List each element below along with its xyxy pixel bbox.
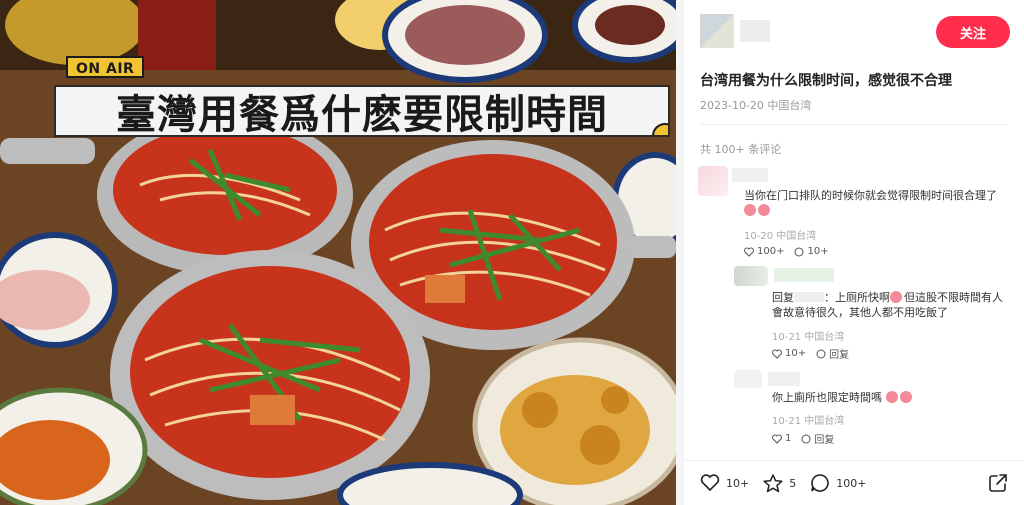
author-avatar[interactable]: [700, 14, 734, 48]
comment-bubble-icon: [794, 247, 804, 256]
comment-author-blurred[interactable]: [774, 268, 834, 282]
comment-actions: 10+ 回复: [772, 346, 849, 361]
post-meta: 2023-10-20 中国台湾: [700, 99, 812, 112]
comment-body: 你上廁所也限定時間嗎: [772, 391, 882, 404]
reply-item: 回复 ：上厕所快啊 但這股不限時間有人會故意待很久，其他人都不用吃飯了 10-21 …: [684, 266, 1024, 362]
like-count: 10+: [726, 476, 750, 490]
comment-text: 当你在门口排队的时候你就会觉得限制时间很合理了: [744, 188, 1014, 218]
favorite-count: 5: [789, 476, 797, 490]
post-title: 台湾用餐为什么限制时间，感觉很不合理: [700, 73, 952, 89]
comment-avatar[interactable]: [734, 266, 768, 286]
heart-icon: [744, 247, 754, 257]
engagement-bar: 10+ 5 100+: [684, 460, 1024, 505]
share-button[interactable]: [988, 473, 1008, 493]
comment-reply-label: 回复: [814, 435, 835, 446]
like-button[interactable]: 10+: [700, 474, 749, 492]
comment-actions: 100+ 10+: [744, 246, 829, 257]
post-image[interactable]: ON AIR 臺灣用餐爲什麽要限制時間: [0, 0, 676, 505]
follow-button[interactable]: 关注: [936, 16, 1010, 48]
comment-body: 当你在门口排队的时候你就会觉得限制时间很合理了: [744, 189, 997, 202]
share-icon: [989, 474, 1007, 492]
comment-bubble-icon: [801, 434, 811, 443]
comment-like-count: 10+: [785, 348, 807, 359]
comment-like-button[interactable]: 1: [772, 433, 791, 444]
comment-bubble-icon: [816, 349, 826, 358]
comment-bubble-icon: [811, 474, 829, 492]
comment-reply-label: 回复: [829, 350, 850, 361]
comment-item: 当你在门口排队的时候你就会觉得限制时间很合理了 10-20 中国台湾 100+ …: [684, 166, 1024, 262]
comment-date: 10-21 中国台湾: [772, 416, 845, 427]
post-detail-panel: 关注 台湾用餐为什么限制时间，感觉很不合理 2023-10-20 中国台湾 共 …: [684, 0, 1024, 505]
comment-count: 共 100+ 条评论: [700, 143, 782, 156]
heart-icon: [700, 474, 720, 492]
comment-total: 100+: [836, 476, 867, 490]
on-air-badge: ON AIR: [66, 56, 145, 78]
comment-button[interactable]: 100+: [810, 473, 866, 493]
comment-author-blurred[interactable]: [732, 168, 768, 182]
comment-reply-button[interactable]: 10+: [794, 246, 829, 257]
comment-avatar[interactable]: [734, 370, 762, 388]
emoji-icon: [758, 204, 770, 216]
emoji-icon: [890, 291, 902, 303]
comment-text: 回复 ：上厕所快啊 但這股不限時間有人會故意待很久，其他人都不用吃飯了: [772, 290, 1012, 320]
heart-icon: [772, 434, 782, 444]
comment-reply-count: 10+: [807, 246, 829, 257]
reply-prefix: 回复: [772, 291, 794, 304]
comment-like-count: 100+: [757, 246, 785, 257]
panel-divider: [676, 0, 684, 505]
comment-reply-button[interactable]: 回复: [816, 346, 849, 361]
comment-text: 你上廁所也限定時間嗎: [772, 390, 1012, 405]
comment-like-count: 1: [785, 433, 792, 444]
comment-reply-button[interactable]: 回复: [801, 431, 834, 446]
comment-like-button[interactable]: 10+: [772, 348, 806, 359]
heart-icon: [772, 349, 782, 359]
section-divider: [700, 124, 1008, 125]
comment-date: 10-20 中国台湾: [744, 231, 817, 242]
emoji-icon: [744, 204, 756, 216]
comment-date: 10-21 中国台湾: [772, 332, 845, 343]
favorite-button[interactable]: 5: [763, 473, 797, 493]
author-name-blurred[interactable]: [740, 20, 770, 42]
speech-bubble-icon: [652, 123, 668, 135]
star-icon: [763, 473, 783, 492]
comment-author-blurred[interactable]: [768, 372, 800, 386]
comment-avatar[interactable]: [698, 166, 728, 196]
comment-body: ：上厕所快啊: [824, 291, 890, 304]
emoji-icon: [885, 391, 898, 403]
image-headline-text: 臺灣用餐爲什麽要限制時間: [116, 92, 608, 137]
image-headline: 臺灣用餐爲什麽要限制時間: [54, 85, 670, 137]
comment-actions: 1 回复: [772, 431, 834, 446]
emoji-icon: [899, 391, 912, 403]
reply-item: 你上廁所也限定時間嗎 10-21 中国台湾 1 回复: [684, 370, 1024, 450]
comment-like-button[interactable]: 100+: [744, 246, 784, 257]
mention-blurred[interactable]: [794, 292, 824, 302]
